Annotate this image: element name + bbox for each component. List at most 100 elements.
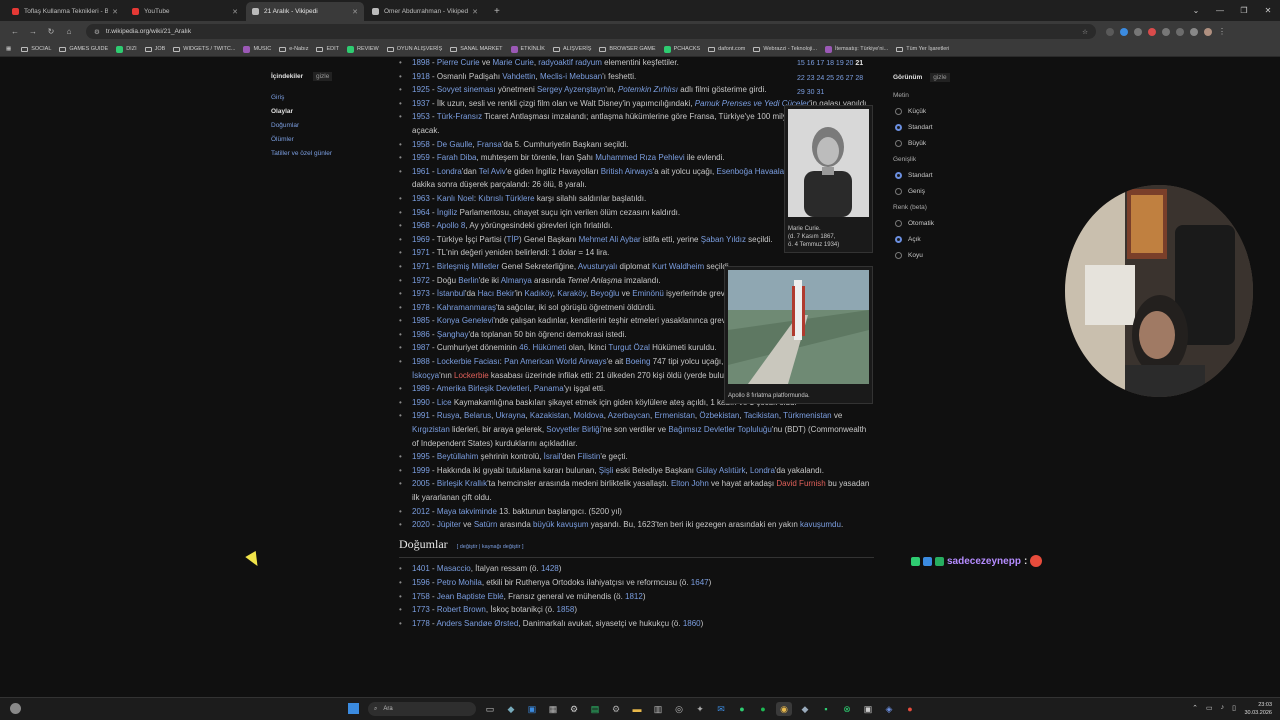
bookmark-item[interactable]: ETKİNLİK <box>510 45 545 53</box>
forward-button[interactable]: → <box>24 27 42 36</box>
apollo-8-photo[interactable] <box>728 270 869 384</box>
radio-button[interactable] <box>895 139 902 147</box>
year-link[interactable]: 1971 <box>412 262 430 271</box>
wiki-link[interactable]: Anders Sandøe Ørsted <box>436 619 518 628</box>
wiki-link[interactable]: 46. Hükümeti <box>519 343 566 352</box>
extension-icon[interactable] <box>1134 27 1142 36</box>
year-link[interactable]: 2012 <box>412 507 430 516</box>
year-link[interactable]: 1401 <box>412 564 430 573</box>
wiki-link[interactable]: İngiliz <box>437 208 457 217</box>
app-icon[interactable]: ▥ <box>650 702 666 716</box>
wiki-link[interactable]: Londra <box>437 167 462 176</box>
wiki-link[interactable]: büyük kavuşum <box>533 520 589 529</box>
marie-curie-thumbnail[interactable]: Marie Curie. (d. 7 Kasım 1867, ö. 4 Temm… <box>784 105 873 253</box>
close-tab-icon[interactable]: ✕ <box>352 8 358 16</box>
wiki-link[interactable]: Filistin <box>578 452 601 461</box>
year-link[interactable]: 1991 <box>412 411 430 420</box>
year-link[interactable]: 1918 <box>412 72 430 81</box>
year-link[interactable]: 1989 <box>412 384 430 393</box>
redlink[interactable]: David Furnish <box>776 479 825 488</box>
spotify-icon[interactable]: ● <box>755 702 771 716</box>
close-window-button[interactable]: ✕ <box>1256 6 1280 15</box>
wiki-link[interactable]: Azerbaycan <box>608 411 650 420</box>
wiki-link[interactable]: kavuşumdu <box>800 520 841 529</box>
wiki-link[interactable]: Turgut Özal <box>608 343 650 352</box>
wiki-link[interactable]: Rusya <box>437 411 460 420</box>
wiki-link[interactable]: Sergey Ayzenştayn <box>537 85 605 94</box>
wiki-link[interactable]: Gülay Aslıtürk <box>696 466 745 475</box>
bookmark-item[interactable]: REVIEW <box>346 45 379 53</box>
network-icon[interactable]: ▭ <box>1206 704 1213 712</box>
radio-button[interactable] <box>895 187 902 195</box>
radio-option[interactable]: Açık <box>893 231 1003 247</box>
bookmark-item[interactable]: GAMES GUIDE <box>59 46 108 52</box>
wiki-link[interactable]: TİP <box>507 235 519 244</box>
appearance-hide-button[interactable]: gizle <box>930 73 950 82</box>
app-icon[interactable]: ▦ <box>545 702 561 716</box>
radio-option[interactable]: Otomatik <box>893 215 1003 231</box>
bookmark-item[interactable]: Tüm Yer İşaretleri <box>896 46 949 52</box>
wiki-link[interactable]: Karaköy <box>557 289 586 298</box>
wiki-link[interactable]: Beytüllahim <box>437 452 478 461</box>
tab-2[interactable]: 21 Aralık - Vikipedi ✕ <box>246 2 364 21</box>
wiki-link[interactable]: Şanghay <box>437 330 469 339</box>
url-input[interactable]: ⚙ tr.wikipedia.org/wiki/21_Aralık ☆ <box>86 24 1096 39</box>
wiki-link[interactable]: Kazakistan <box>530 411 569 420</box>
year-link[interactable]: 1987 <box>412 343 430 352</box>
year-link[interactable]: 1969 <box>412 235 430 244</box>
year-link[interactable]: 1758 <box>412 592 430 601</box>
edit-section-link[interactable]: [ değiştir | kaynağı değiştir ] <box>457 544 524 550</box>
year-link[interactable]: 1986 <box>412 330 430 339</box>
year-link[interactable]: 2005 <box>412 479 430 488</box>
year-link[interactable]: 1971 <box>412 248 430 257</box>
weather-icon[interactable] <box>10 703 21 714</box>
radio-button[interactable] <box>895 251 902 259</box>
folder-icon[interactable]: ▬ <box>629 702 645 716</box>
wiki-link[interactable]: 1858 <box>557 605 575 614</box>
wiki-link[interactable]: Kadıköy <box>524 289 552 298</box>
year-link[interactable]: 1999 <box>412 466 430 475</box>
wiki-link[interactable]: British Airways <box>601 167 653 176</box>
toc-hide-button[interactable]: gizle <box>312 72 333 81</box>
wiki-link[interactable]: Pan American World Airways <box>504 357 607 366</box>
bookmark-item[interactable]: SOCIAL <box>21 46 51 52</box>
chrome-icon[interactable]: ◉ <box>776 702 792 716</box>
extension-icon[interactable] <box>1162 27 1170 36</box>
extension-icon[interactable] <box>1176 27 1184 36</box>
bookmark-item[interactable]: MUSIC <box>243 45 271 53</box>
extension-icon[interactable] <box>1106 27 1114 36</box>
app-icon[interactable]: ✦ <box>692 702 708 716</box>
year-link[interactable]: 1990 <box>412 398 430 407</box>
year-link[interactable]: 1773 <box>412 605 430 614</box>
wiki-link[interactable]: Satürn <box>474 520 498 529</box>
wiki-link[interactable]: De Gaulle <box>437 140 473 149</box>
year-link[interactable]: 1953 <box>412 112 430 121</box>
new-tab-button[interactable]: + <box>486 2 508 21</box>
apps-icon[interactable]: ▦ <box>6 46 11 52</box>
reload-button[interactable]: ↻ <box>42 27 60 36</box>
wiki-link[interactable]: Boeing <box>626 357 651 366</box>
wiki-link[interactable]: Maya takviminde <box>437 507 497 516</box>
site-info-icon[interactable]: ⚙ <box>94 28 100 36</box>
restore-button[interactable]: ❐ <box>1232 6 1256 15</box>
bookmark-item[interactable]: SANAL MARKET <box>450 46 503 52</box>
wiki-link[interactable]: Londra <box>750 466 775 475</box>
wiki-link[interactable]: Berlin <box>458 276 478 285</box>
chevron-down-icon[interactable]: ⌄ <box>1184 6 1208 15</box>
wiki-link[interactable]: Sovyet sineması <box>437 85 496 94</box>
radio-button[interactable] <box>895 219 902 227</box>
year-link[interactable]: 1995 <box>412 452 430 461</box>
radio-option[interactable]: Küçük <box>893 103 1003 119</box>
mail-icon[interactable]: ✉ <box>713 702 729 716</box>
radio-option[interactable]: Büyük <box>893 135 1003 151</box>
wiki-link[interactable]: Farah Diba <box>437 153 477 162</box>
bookmark-item[interactable]: PCHACKS <box>663 45 700 53</box>
marie-curie-photo[interactable] <box>788 109 869 217</box>
wiki-link[interactable]: Lockerbie Faciası <box>437 357 500 366</box>
year-link[interactable]: 1898 <box>412 58 430 67</box>
bookmark-item[interactable]: DIZI <box>116 45 137 53</box>
bookmark-item[interactable]: WIDGETS / TWITC... <box>173 46 235 52</box>
bookmark-item[interactable]: OYUN ALIŞVERİŞ <box>386 46 442 52</box>
wiki-link[interactable]: Kanlı Noel <box>437 194 474 203</box>
year-link[interactable]: 1968 <box>412 221 430 230</box>
